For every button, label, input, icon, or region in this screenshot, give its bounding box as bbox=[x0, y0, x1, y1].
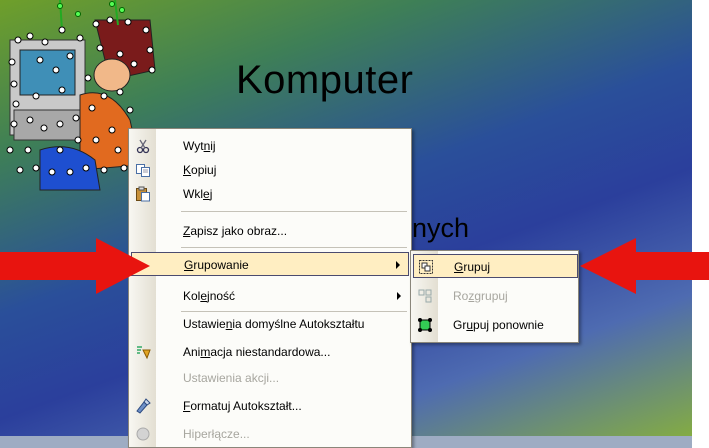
menu-item-action-settings[interactable]: Ustawienia akcji... bbox=[131, 366, 409, 390]
red-arrow-right-icon bbox=[0, 238, 150, 294]
menu-item-default-autoshape-settings[interactable]: Ustawienia domyślne Autokształtu bbox=[131, 312, 409, 336]
menu-item-label: Formatuj Autokształt... bbox=[183, 399, 302, 413]
animation-icon bbox=[137, 346, 151, 360]
menu-item-label: Kopiuj bbox=[183, 163, 217, 177]
menu-item-order[interactable]: Kolejność bbox=[131, 284, 409, 308]
menu-separator bbox=[181, 211, 407, 212]
hyperlink-icon bbox=[136, 427, 150, 441]
menu-item-format-autoshape[interactable]: Formatuj Autokształt... bbox=[131, 394, 409, 418]
submenu-item-ungroup[interactable]: Rozgrupuj bbox=[413, 284, 578, 308]
menu-item-label: Grupuj ponownie bbox=[453, 318, 544, 332]
scissors-icon bbox=[136, 139, 150, 154]
grouping-submenu: Grupuj Rozgrupuj Grupuj ponownie bbox=[410, 250, 579, 343]
menu-item-label: Rozgrupuj bbox=[453, 289, 508, 303]
ungroup-icon bbox=[418, 289, 432, 303]
format-icon bbox=[136, 398, 151, 414]
submenu-item-regroup[interactable]: Grupuj ponownie bbox=[413, 313, 578, 337]
submenu-item-group[interactable]: Grupuj bbox=[413, 254, 578, 278]
menu-item-paste[interactable]: Wklej bbox=[131, 182, 409, 206]
slide-subtitle-fragment[interactable]: nych bbox=[412, 213, 469, 244]
menu-item-label: Grupuj bbox=[454, 260, 491, 274]
context-menu: Wytnij Kopiuj Wklej Zapisz jako obraz...… bbox=[128, 128, 412, 448]
submenu-arrow-icon bbox=[397, 292, 401, 300]
menu-item-copy[interactable]: Kopiuj bbox=[131, 158, 409, 182]
menu-item-label: Animacja niestandardowa... bbox=[183, 345, 331, 359]
menu-item-label: Kolejność bbox=[183, 289, 236, 303]
slide-title[interactable]: Komputer bbox=[236, 58, 413, 103]
submenu-arrow-icon bbox=[396, 261, 400, 269]
copy-icon bbox=[136, 164, 150, 177]
menu-item-save-as-picture[interactable]: Zapisz jako obraz... bbox=[131, 219, 409, 243]
menu-item-label: Ustawienia domyślne Autokształtu bbox=[183, 317, 365, 331]
regroup-icon bbox=[418, 318, 432, 332]
red-arrow-left-icon bbox=[580, 238, 709, 294]
paste-icon bbox=[136, 186, 150, 202]
menu-item-grouping[interactable]: Grupowanie bbox=[131, 252, 409, 276]
menu-item-label: Zapisz jako obraz... bbox=[183, 224, 288, 238]
menu-item-label: Ustawienia akcji... bbox=[183, 371, 280, 385]
menu-item-label: Hiperłącze... bbox=[183, 427, 250, 441]
menu-item-label: Wklej bbox=[183, 187, 213, 201]
menu-item-label: Grupowanie bbox=[184, 258, 249, 272]
menu-item-hyperlink[interactable]: Hiperłącze... bbox=[131, 422, 409, 446]
menu-item-cut[interactable]: Wytnij bbox=[131, 134, 409, 158]
menu-item-label: Wytnij bbox=[183, 139, 216, 153]
menu-separator bbox=[181, 247, 407, 248]
group-icon bbox=[419, 260, 433, 274]
menu-item-custom-animation[interactable]: Animacja niestandardowa... bbox=[131, 340, 409, 364]
